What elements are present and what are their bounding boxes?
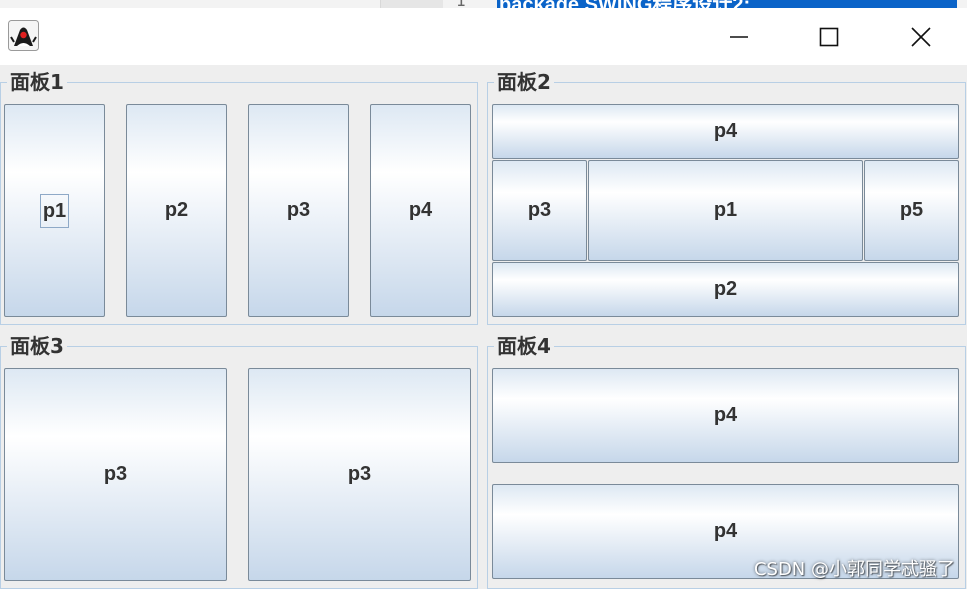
maximize-button[interactable] — [806, 8, 852, 65]
panel4-button-p4-b-label: p4 — [713, 520, 738, 542]
panel3-button-p3-a[interactable]: p3 — [4, 368, 227, 581]
panel1-button-p4[interactable]: p4 — [370, 104, 471, 317]
editor-code-text: package SWING程序设计2; — [499, 0, 750, 8]
panel2-button-north-p4[interactable]: p4 — [492, 104, 959, 159]
panel1-button-p1[interactable]: p1 — [4, 104, 105, 317]
panel-3-title: 面板3 — [7, 334, 67, 358]
panel1-button-p1-label: p1 — [39, 193, 70, 228]
panel-1-title: 面板1 — [7, 70, 67, 94]
close-icon — [911, 26, 931, 47]
background-editor: 1 package SWING程序设计2; — [0, 0, 967, 10]
panel2-center-label: p1 — [713, 199, 738, 221]
panel2-button-east-p5[interactable]: p5 — [864, 160, 959, 261]
panel2-north-label: p4 — [713, 120, 738, 142]
panel1-button-p3[interactable]: p3 — [248, 104, 349, 317]
panel3-button-p3-a-label: p3 — [103, 463, 128, 485]
panel1-button-p2[interactable]: p2 — [126, 104, 227, 317]
panel4-button-p4-a-label: p4 — [713, 404, 738, 426]
panel-4-title: 面板4 — [494, 334, 554, 358]
close-button[interactable] — [898, 8, 944, 65]
panel3-button-p3-b-label: p3 — [347, 463, 372, 485]
panel1-button-p4-label: p4 — [408, 199, 433, 221]
maximize-icon — [819, 27, 839, 46]
panel1-button-p3-label: p3 — [286, 199, 311, 221]
window-titlebar[interactable] — [0, 8, 967, 65]
java-duke-icon — [8, 20, 39, 51]
panel2-button-west-p3[interactable]: p3 — [492, 160, 587, 261]
panel-2-title: 面板2 — [494, 70, 554, 94]
panel2-east-label: p5 — [899, 199, 924, 221]
panel2-button-center-p1[interactable]: p1 — [588, 160, 863, 261]
minimize-button[interactable] — [716, 8, 762, 65]
panel2-button-south-p2[interactable]: p2 — [492, 262, 959, 317]
panel4-button-p4-a[interactable]: p4 — [492, 368, 959, 463]
watermark: CSDN @小郭同学忒骚了 — [753, 559, 955, 580]
editor-gutter — [380, 0, 443, 8]
editor-selected-code: package SWING程序设计2; — [497, 0, 957, 8]
minimize-icon — [730, 35, 748, 38]
panel2-west-label: p3 — [527, 199, 552, 221]
panel2-south-label: p2 — [713, 278, 738, 300]
panel3-button-p3-b[interactable]: p3 — [248, 368, 471, 581]
panel1-button-p2-label: p2 — [164, 199, 189, 221]
